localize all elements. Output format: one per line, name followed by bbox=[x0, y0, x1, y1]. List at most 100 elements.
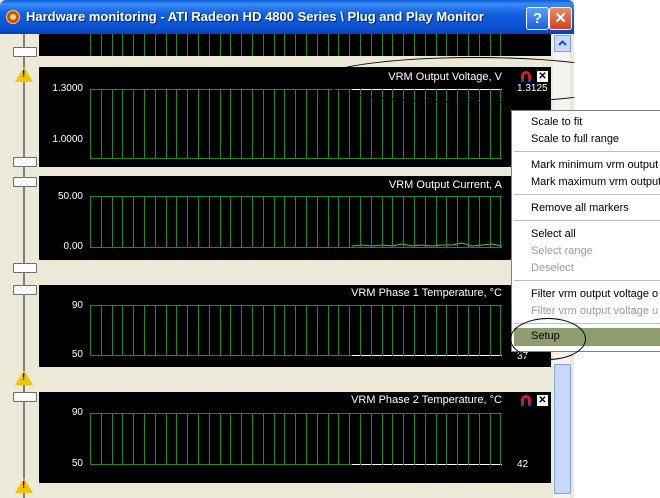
close-button[interactable]: ✕ bbox=[549, 7, 572, 30]
grid-line bbox=[133, 89, 135, 159]
menu-item-select-all[interactable]: Select all bbox=[531, 228, 576, 240]
grid-line bbox=[165, 413, 167, 465]
menu-item-mark-minimum[interactable]: Mark minimum vrm output v bbox=[531, 159, 660, 171]
y-axis-min-label: 1.0000 bbox=[52, 134, 83, 145]
grid-line bbox=[478, 413, 480, 465]
menu-separator bbox=[514, 151, 660, 152]
menu-item-scale-to-fit[interactable]: Scale to fit bbox=[531, 116, 582, 128]
grid-line bbox=[360, 34, 361, 56]
grid-line bbox=[165, 34, 167, 56]
title-bar[interactable]: Hardware monitoring - ATI Radeon HD 4800… bbox=[0, 0, 574, 34]
magnet-icon[interactable] bbox=[519, 394, 533, 406]
graph-rail: ! ! ! bbox=[4, 34, 38, 498]
panel-splitter-handle[interactable] bbox=[13, 177, 37, 187]
graph-panel-partial[interactable] bbox=[39, 34, 551, 56]
scroll-up-button[interactable] bbox=[554, 35, 571, 52]
grid-line bbox=[414, 305, 415, 356]
grid-line bbox=[165, 305, 167, 356]
grid-line bbox=[252, 89, 253, 159]
grid-line bbox=[392, 34, 394, 56]
grid-line bbox=[208, 196, 210, 248]
grid-line bbox=[414, 34, 415, 56]
annotation-ellipse bbox=[510, 318, 586, 360]
grid-line bbox=[435, 413, 437, 465]
scroll-thumb[interactable] bbox=[554, 364, 571, 494]
grid-line bbox=[338, 413, 340, 465]
grid-line bbox=[435, 34, 437, 56]
graph-panel-vrm-phase2-temp[interactable]: VRM Phase 2 Temperature, °C ✕ 90 50 42 bbox=[39, 392, 551, 483]
grid-line bbox=[370, 89, 372, 159]
warning-icon[interactable]: ! bbox=[15, 67, 33, 82]
grid-line bbox=[273, 196, 275, 248]
grid-line bbox=[500, 196, 502, 248]
grid-line bbox=[111, 196, 113, 248]
grid-line bbox=[198, 196, 199, 248]
menu-item-filter-over[interactable]: Filter vrm output voltage o bbox=[531, 288, 658, 300]
grid-line bbox=[316, 34, 318, 56]
grid-line bbox=[478, 196, 480, 248]
grid-line bbox=[90, 196, 91, 248]
panel-splitter-handle[interactable] bbox=[13, 47, 37, 57]
panel-splitter-handle[interactable] bbox=[13, 392, 37, 402]
panel-splitter-handle[interactable] bbox=[13, 263, 37, 273]
graph-panel-vrm-phase1-temp[interactable]: VRM Phase 1 Temperature, °C 90 50 37 bbox=[39, 285, 551, 367]
grid-line bbox=[187, 413, 189, 465]
grid-line bbox=[424, 196, 426, 248]
grid-line bbox=[176, 413, 178, 465]
grid-line bbox=[230, 413, 232, 465]
grid-line bbox=[111, 89, 113, 159]
grid-line bbox=[133, 413, 135, 465]
grid-line bbox=[122, 34, 124, 56]
grid-line bbox=[327, 196, 329, 248]
grid-line bbox=[370, 413, 372, 465]
grid-line bbox=[154, 413, 156, 465]
grid-line bbox=[403, 34, 405, 56]
grid-line bbox=[435, 196, 437, 248]
close-x-icon[interactable]: ✕ bbox=[537, 395, 548, 406]
grid-line bbox=[165, 89, 167, 159]
grid-line bbox=[252, 196, 253, 248]
grid-line bbox=[133, 196, 135, 248]
grid-line bbox=[306, 305, 307, 356]
grid-line bbox=[241, 305, 243, 356]
grid-line bbox=[403, 196, 405, 248]
grid-line bbox=[360, 305, 361, 356]
app-icon[interactable] bbox=[6, 10, 20, 24]
grid-line bbox=[338, 196, 340, 248]
grid-line bbox=[219, 34, 221, 56]
graph-panel-vrm-output-current[interactable]: VRM Output Current, A 50.00 0.00 bbox=[39, 176, 551, 260]
grid-line bbox=[381, 89, 383, 159]
warning-icon[interactable]: ! bbox=[15, 370, 33, 385]
menu-item-scale-full-range[interactable]: Scale to full range bbox=[531, 133, 619, 145]
grid-line bbox=[122, 89, 124, 159]
warning-icon[interactable]: ! bbox=[15, 478, 33, 493]
grid-line bbox=[90, 305, 91, 356]
grid-line bbox=[500, 34, 502, 56]
y-axis-max-label: 90 bbox=[71, 407, 83, 418]
grid-line bbox=[489, 413, 491, 465]
grid-line bbox=[219, 89, 221, 159]
menu-item-remove-markers[interactable]: Remove all markers bbox=[531, 202, 629, 214]
grid-line bbox=[273, 413, 275, 465]
grid-line bbox=[252, 305, 253, 356]
grid-line bbox=[241, 413, 243, 465]
grid-line bbox=[176, 34, 178, 56]
grid-line bbox=[446, 34, 448, 56]
grid-line bbox=[144, 305, 145, 356]
help-button[interactable]: ? bbox=[526, 7, 549, 30]
panel-splitter-handle[interactable] bbox=[13, 285, 37, 295]
grid-line bbox=[489, 34, 491, 56]
grid-line bbox=[468, 34, 469, 56]
grid-line bbox=[316, 305, 318, 356]
grid-line bbox=[198, 413, 199, 465]
grid-line bbox=[273, 305, 275, 356]
graph-title: VRM Phase 1 Temperature, °C bbox=[351, 287, 502, 299]
grid-line bbox=[208, 34, 210, 56]
menu-item-mark-maximum[interactable]: Mark maximum vrm output bbox=[531, 176, 660, 188]
grid-line bbox=[100, 413, 102, 465]
grid-line bbox=[165, 196, 167, 248]
grid-line bbox=[230, 34, 232, 56]
grid-line bbox=[111, 305, 113, 356]
grid-line bbox=[327, 34, 329, 56]
panel-splitter-handle[interactable] bbox=[13, 157, 37, 167]
